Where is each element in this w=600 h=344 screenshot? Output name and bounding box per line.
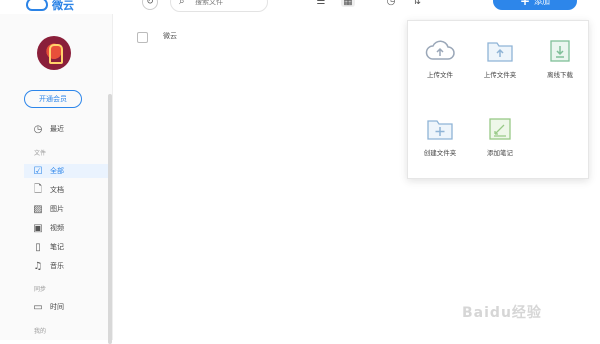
add-button[interactable]: + 添加 xyxy=(493,0,577,10)
menu-item-label: 上传文件夹 xyxy=(483,71,517,79)
offline-download-icon xyxy=(550,40,570,62)
sidebar-section-files: 文件 xyxy=(34,150,47,157)
sidebar-item-label: 图片 xyxy=(50,205,64,213)
search-icon: ⌕ xyxy=(179,0,185,7)
image-icon: ▨ xyxy=(33,203,43,215)
menu-item-label: 添加笔记 xyxy=(487,149,513,157)
menu-item-label: 上传文件 xyxy=(427,71,453,79)
grid-icon[interactable]: ▦ xyxy=(341,0,355,7)
folder-upload-icon xyxy=(487,42,513,62)
menu-item-offline-download[interactable]: 离线下载 xyxy=(532,39,588,79)
sort-icon[interactable]: ⇅ xyxy=(410,0,424,7)
note-icon: ▯ xyxy=(35,241,41,253)
sidebar-item-music[interactable]: ♫ 音乐 xyxy=(32,259,64,273)
sidebar-item-recent[interactable]: ◷ 最近 xyxy=(32,122,64,136)
sidebar-item-label: 最近 xyxy=(50,125,64,133)
checkbox-icon: ☑ xyxy=(33,165,43,177)
avatar[interactable] xyxy=(37,36,71,70)
sidebar-item-notes[interactable]: ▯ 笔记 xyxy=(32,240,64,254)
menu-item-upload-file[interactable]: 上传文件 xyxy=(412,39,468,79)
search-input[interactable] xyxy=(193,0,263,9)
top-bar: 微云 ↻ ⌕ ☰ ▦ ◷ ⇅ + 添加 xyxy=(0,0,600,14)
menu-item-create-folder[interactable]: 创建文件夹 xyxy=(412,117,468,157)
folder-add-icon xyxy=(427,120,453,140)
sidebar-item-label: 文档 xyxy=(50,186,64,194)
sidebar-section-mine: 我的 xyxy=(34,328,47,335)
sidebar-item-all[interactable]: ☑ 全部 xyxy=(32,164,64,178)
sidebar-item-label: 笔记 xyxy=(50,243,64,251)
column-name-header: 微云 xyxy=(163,32,177,40)
menu-item-add-note[interactable]: 添加笔记 xyxy=(472,117,528,157)
refresh-icon[interactable]: ↻ xyxy=(142,0,158,10)
watermark: Baidu经验 xyxy=(462,305,542,321)
calendar-icon: ▭ xyxy=(33,301,43,313)
sidebar-item-label: 全部 xyxy=(50,167,64,175)
list-icon[interactable]: ☰ xyxy=(314,0,328,7)
sidebar: 开通会员 ◷ 最近 文件 ☑ 全部 🗋 文档 ▨ 图片 ▣ 视频 ▯ 笔记 ♫ … xyxy=(0,14,113,344)
add-button-label: 添加 xyxy=(534,0,551,6)
sidebar-item-videos[interactable]: ▣ 视频 xyxy=(32,221,64,235)
sidebar-section-tools: 同步 xyxy=(34,286,47,293)
search-box[interactable]: ⌕ xyxy=(170,0,268,12)
sidebar-item-label: 时间 xyxy=(50,303,64,311)
clock-icon[interactable]: ◷ xyxy=(384,0,398,7)
video-icon: ▣ xyxy=(33,222,43,234)
music-icon: ♫ xyxy=(33,260,43,272)
add-menu: 上传文件 上传文件夹 离线下载 创建文件夹 添加笔记 xyxy=(407,20,589,179)
app-title: 微云 xyxy=(52,0,74,12)
vip-button[interactable]: 开通会员 xyxy=(24,90,82,108)
menu-item-upload-folder[interactable]: 上传文件夹 xyxy=(472,39,528,79)
select-all-checkbox[interactable] xyxy=(137,32,148,43)
sidebar-item-label: 视频 xyxy=(50,224,64,232)
sidebar-item-documents[interactable]: 🗋 文档 xyxy=(32,183,64,197)
sidebar-scrollbar[interactable] xyxy=(108,94,112,344)
clock-icon: ◷ xyxy=(33,123,43,135)
cloud-upload-icon xyxy=(425,40,455,60)
menu-item-label: 创建文件夹 xyxy=(423,149,457,157)
plus-icon: + xyxy=(519,0,531,8)
weiyun-logo-icon xyxy=(26,0,48,11)
sidebar-item-time[interactable]: ▭ 时间 xyxy=(32,300,64,314)
menu-item-label: 离线下载 xyxy=(547,71,573,79)
note-add-icon xyxy=(489,118,511,140)
sidebar-item-label: 音乐 xyxy=(50,262,64,270)
sidebar-item-images[interactable]: ▨ 图片 xyxy=(32,202,64,216)
document-icon: 🗋 xyxy=(33,183,43,195)
